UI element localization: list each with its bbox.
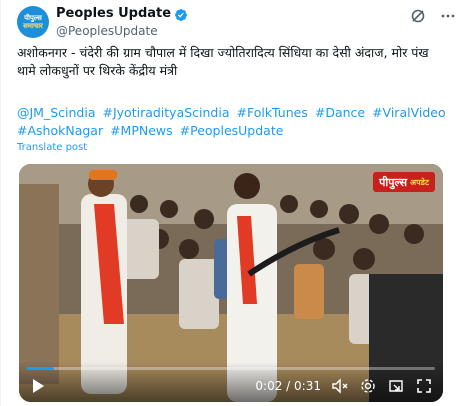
video-progress-bar[interactable]	[27, 367, 435, 370]
handle[interactable]: @PeoplesUpdate	[56, 23, 188, 39]
author-names: Peoples Update @PeoplesUpdate	[56, 6, 188, 39]
tweet-header: पीपुल्स समाचार Peoples Update @PeoplesUp…	[17, 6, 456, 42]
hashtag-link[interactable]: #FolkTunes	[236, 105, 307, 120]
hashtag-link[interactable]: #AshokNagar	[17, 123, 103, 138]
hashtag-link[interactable]: @JM_Scindia	[17, 105, 96, 120]
hashtag-link[interactable]: #PeoplesUpdate	[180, 123, 284, 138]
translate-post-link[interactable]: Translate post	[17, 142, 87, 153]
mute-icon[interactable]	[331, 377, 349, 395]
hashtag-link[interactable]: #ViralVideo	[372, 105, 446, 120]
verified-badge-icon	[174, 7, 188, 21]
display-name[interactable]: Peoples Update	[56, 6, 171, 22]
hashtag-link[interactable]: #MPNews	[110, 123, 173, 138]
fullscreen-icon[interactable]	[415, 377, 433, 395]
grok-icon[interactable]	[410, 8, 426, 24]
settings-gear-icon[interactable]	[359, 377, 377, 395]
controls-row: 0:02 / 0:31	[29, 376, 433, 396]
watermark-main: पीपुल्स	[379, 175, 408, 189]
video-controls: 0:02 / 0:31	[19, 362, 443, 402]
avatar-text-line2: समाचार	[23, 22, 43, 30]
picture-in-picture-icon[interactable]	[387, 377, 405, 395]
video-watermark: पीपुल्स अपडेट	[373, 172, 435, 192]
tweet-card: पीपुल्स समाचार Peoples Update @PeoplesUp…	[0, 0, 466, 406]
header-actions	[410, 6, 456, 24]
name-row: Peoples Update	[56, 6, 188, 22]
tweet-text: अशोकनगर - चंदेरी की ग्राम चौपाल में दिखा…	[17, 45, 429, 78]
hashtag-link[interactable]: #JyotiradityaScindia	[102, 105, 229, 120]
hashtag-link[interactable]: #Dance	[315, 105, 365, 120]
video-progress-fill	[27, 367, 54, 370]
more-icon[interactable]	[440, 8, 456, 24]
avatar-text-line1: पीपुल्स	[24, 14, 42, 22]
hashtag-list: @JM_Scindia #JyotiradityaScindia #FolkTu…	[17, 104, 449, 140]
video-player[interactable]: पीपुल्स अपडेट 0:02 / 0:31	[19, 164, 443, 402]
video-time: 0:02 / 0:31	[255, 379, 321, 393]
play-icon[interactable]	[29, 377, 47, 395]
watermark-sub: अपडेट	[410, 177, 429, 187]
avatar[interactable]: पीपुल्स समाचार	[17, 6, 49, 38]
